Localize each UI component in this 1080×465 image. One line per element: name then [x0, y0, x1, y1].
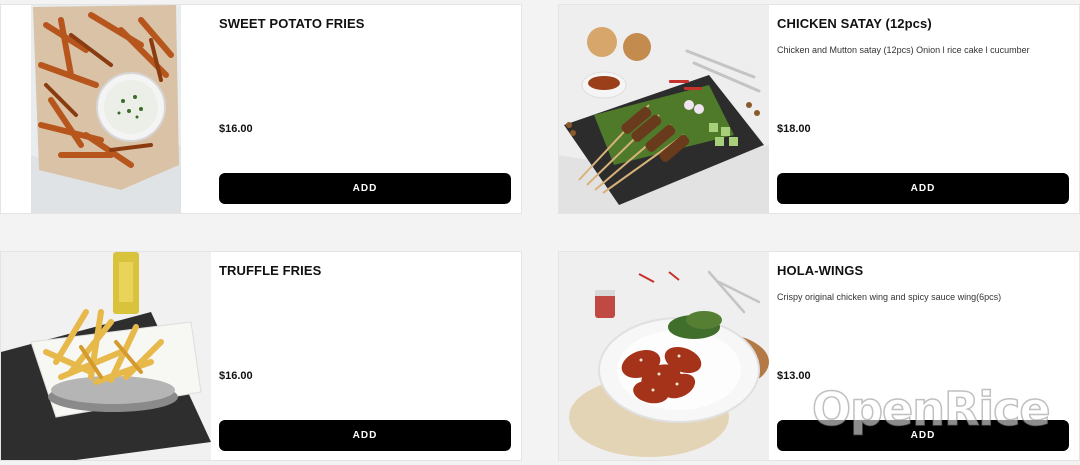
menu-item-price: $18.00 — [777, 123, 811, 135]
menu-item-card[interactable]: CHICKEN SATAY (12pcs) Chicken and Mutton… — [558, 4, 1080, 214]
menu-item-price: $16.00 — [219, 123, 253, 135]
truffle-fries-image[interactable] — [1, 252, 211, 460]
menu-item-info: SWEET POTATO FRIES $16.00 ADD — [219, 5, 511, 213]
menu-item-info: TRUFFLE FRIES $16.00 ADD — [219, 252, 511, 460]
menu-item-card[interactable]: HOLA-WINGS Crispy original chicken wing … — [558, 251, 1080, 461]
sweet-potato-fries-image[interactable] — [1, 5, 211, 213]
menu-item-title: TRUFFLE FRIES — [219, 263, 322, 278]
add-button[interactable]: ADD — [777, 173, 1069, 204]
menu-item-card[interactable]: TRUFFLE FRIES $16.00 ADD — [0, 251, 522, 461]
menu-item-card[interactable]: SWEET POTATO FRIES $16.00 ADD — [0, 4, 522, 214]
menu-item-info: HOLA-WINGS Crispy original chicken wing … — [777, 252, 1069, 460]
menu-item-price: $13.00 — [777, 370, 811, 382]
add-button[interactable]: ADD — [219, 420, 511, 451]
menu-grid: SWEET POTATO FRIES $16.00 ADD CHICKEN SA… — [0, 0, 1080, 465]
hola-wings-image[interactable] — [559, 252, 769, 460]
menu-item-description: Chicken and Mutton satay (12pcs) Onion l… — [777, 45, 1030, 55]
menu-item-info: CHICKEN SATAY (12pcs) Chicken and Mutton… — [777, 5, 1069, 213]
menu-item-description: Crispy original chicken wing and spicy s… — [777, 292, 1002, 302]
chicken-satay-image[interactable] — [559, 5, 769, 213]
menu-item-title: HOLA-WINGS — [777, 263, 864, 278]
add-button[interactable]: ADD — [777, 420, 1069, 451]
menu-item-title: SWEET POTATO FRIES — [219, 16, 365, 31]
menu-item-price: $16.00 — [219, 370, 253, 382]
add-button[interactable]: ADD — [219, 173, 511, 204]
menu-item-title: CHICKEN SATAY (12pcs) — [777, 16, 932, 31]
